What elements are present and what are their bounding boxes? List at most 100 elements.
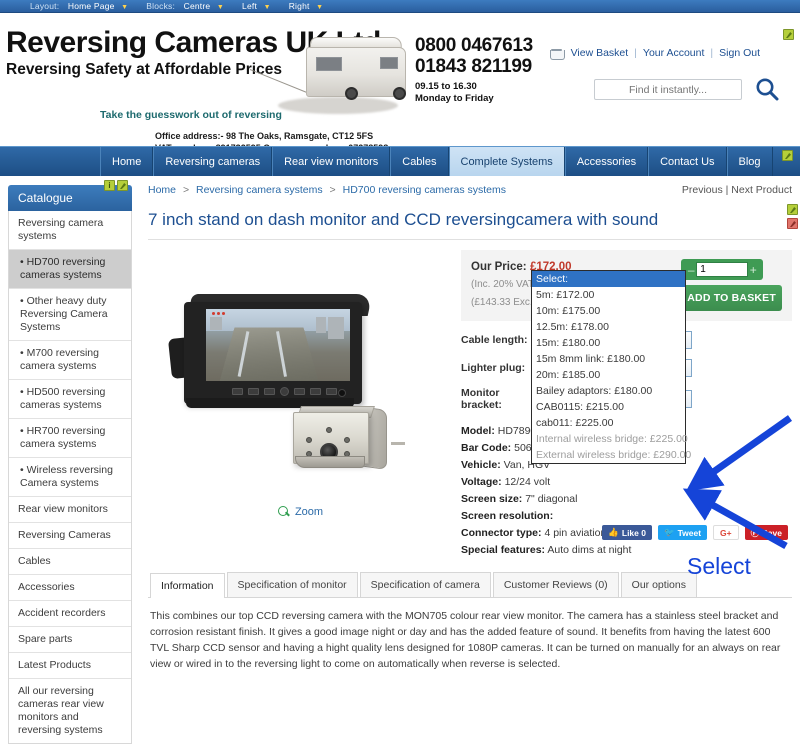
edit-icon[interactable] — [787, 204, 798, 215]
product-photo[interactable] — [152, 250, 452, 500]
dropdown-option-12-5m[interactable]: 12.5m: £178.00 — [532, 319, 685, 335]
breadcrumb-separator: > — [329, 184, 336, 196]
tab-specification-of-monitor[interactable]: Specification of monitor — [226, 572, 358, 597]
dropdown-option-bailey-adaptors[interactable]: Bailey adaptors: £180.00 — [532, 383, 685, 399]
nav-item-accessories[interactable]: Accessories — [564, 147, 649, 176]
edit-icon[interactable] — [117, 180, 128, 191]
admin-blocks-left-value[interactable]: Left — [242, 1, 257, 11]
nav-item-cables[interactable]: Cables — [390, 147, 449, 176]
admin-blocks-centre[interactable]: Centre — [184, 1, 211, 11]
nav-item-contact-us[interactable]: Contact Us — [648, 147, 727, 176]
tab-customer-reviews[interactable]: Customer Reviews (0) — [492, 572, 619, 597]
nav-item-complete-systems[interactable]: Complete Systems — [448, 147, 565, 176]
office-address: Office address:- 98 The Oaks, Ramsgate, … — [155, 131, 374, 141]
nav-item-home[interactable]: Home — [100, 147, 154, 176]
sidebar-item-hr700[interactable]: • HR700 reversing camera systems — [9, 419, 131, 458]
sidebar-item-latest-products[interactable]: Latest Products — [9, 653, 131, 679]
sidebar-item-hd700[interactable]: • HD700 reversing cameras systems — [9, 250, 131, 289]
quantity-input[interactable] — [696, 262, 749, 277]
admin-blocks-left[interactable]: Left ▼ — [242, 1, 271, 11]
price-label: Our Price: — [471, 261, 527, 273]
quantity-stepper[interactable]: – + — [681, 259, 764, 280]
chevron-down-icon: ▼ — [316, 4, 324, 11]
sidebar-item-hd500[interactable]: • HD500 reversing cameras systems — [9, 380, 131, 419]
sidebar-item-spare-parts[interactable]: Spare parts — [9, 627, 131, 653]
search-icon — [756, 78, 779, 101]
catalogue-header: Catalogue i — [8, 180, 132, 211]
site-header: Reversing Cameras UK Ltd Reversing Safet… — [0, 13, 800, 153]
sidebar-item-reversing-camera-systems[interactable]: Reversing camera systems — [9, 211, 131, 250]
cable-length-dropdown-list[interactable]: Select: 5m: £172.00 10m: £175.00 12.5m: … — [531, 270, 691, 464]
google-plus-button[interactable]: G+ — [713, 525, 739, 540]
sidebar-item-other-heavy-duty[interactable]: • Other heavy duty Reversing Camera Syst… — [9, 289, 131, 341]
header-edit-badge[interactable] — [783, 29, 794, 43]
zoom-link[interactable]: Zoom — [148, 506, 453, 518]
view-basket-link[interactable]: View Basket — [571, 47, 629, 59]
admin-layout-group[interactable]: Layout: Home Page ▼ — [30, 1, 128, 11]
tagline: Take the guesswork out of reversing — [100, 109, 282, 121]
product-edit-badges[interactable] — [787, 204, 798, 229]
dropdown-option-10m[interactable]: 10m: £175.00 — [532, 303, 685, 319]
tab-our-options[interactable]: Our options — [620, 572, 697, 597]
info-icon[interactable]: i — [104, 180, 115, 191]
dropdown-option-internal-wireless-bridge[interactable]: Internal wireless bridge: £225.00 — [532, 431, 688, 447]
sidebar-item-rear-view-monitors[interactable]: Rear view monitors — [9, 497, 131, 523]
admin-blocks-right[interactable]: Right ▼ — [289, 1, 324, 11]
quantity-decrement-button[interactable]: – — [686, 263, 696, 277]
sidebar-item-accident-recorders[interactable]: Accident recorders — [9, 601, 131, 627]
breadcrumb-category[interactable]: Reversing camera systems — [196, 184, 323, 196]
monitor-bracket-label: Monitor bracket: — [461, 387, 502, 411]
nav-item-rear-view-monitors[interactable]: Rear view monitors — [272, 147, 391, 176]
admin-blocks-right-value[interactable]: Right — [289, 1, 310, 11]
nav-item-reversing-cameras[interactable]: Reversing cameras — [153, 147, 273, 176]
spec-key: Connector type: — [461, 527, 542, 539]
product-info-column: Our Price: £172.00 (Inc. 20% VAT) (£143.… — [453, 250, 792, 559]
search-input-wrapper[interactable] — [594, 79, 742, 100]
search-button[interactable] — [754, 76, 780, 102]
sidebar-item-wireless[interactable]: • Wireless reversing Camera systems — [9, 458, 131, 497]
spec-key: Screen resolution: — [461, 510, 554, 522]
breadcrumb: Home > Reversing camera systems > HD700 … — [148, 184, 792, 199]
edit-icon[interactable] — [782, 150, 793, 161]
monitor-body — [184, 302, 362, 404]
your-account-link[interactable]: Your Account — [643, 47, 705, 59]
camera-cable — [391, 442, 405, 445]
pinterest-save-button[interactable]: Ⓟ Save — [744, 525, 788, 540]
link-divider: | — [634, 47, 637, 59]
tab-information[interactable]: Information — [150, 573, 225, 598]
sidebar-item-accessories[interactable]: Accessories — [9, 575, 131, 601]
dropdown-option-20m[interactable]: 20m: £185.00 — [532, 367, 685, 383]
admin-blocks-group[interactable]: Blocks: Centre ▼ — [146, 1, 224, 11]
facebook-like-button[interactable]: 👍 Like 0 — [602, 525, 652, 540]
sidebar-item-reversing-cameras[interactable]: Reversing Cameras — [9, 523, 131, 549]
sidebar-item-all-products[interactable]: All our reversing cameras rear view moni… — [9, 679, 131, 743]
sidebar-item-cables[interactable]: Cables — [9, 549, 131, 575]
tab-specification-of-camera[interactable]: Specification of camera — [359, 572, 491, 597]
catalogue-badges[interactable]: i — [104, 180, 128, 191]
nav-item-blog[interactable]: Blog — [726, 147, 773, 176]
search-input[interactable] — [595, 80, 741, 99]
admin-layout-value[interactable]: Home Page — [68, 1, 115, 11]
breadcrumb-home[interactable]: Home — [148, 184, 176, 196]
previous-product-link[interactable]: Previous — [682, 184, 723, 196]
dropdown-option-15m-8mm-link[interactable]: 15m 8mm link: £180.00 — [532, 351, 685, 367]
main-content: Home > Reversing camera systems > HD700 … — [138, 176, 800, 744]
monitor-screen — [206, 309, 350, 381]
next-product-link[interactable]: Next Product — [731, 184, 792, 196]
dropdown-option-select[interactable]: Select: — [532, 271, 685, 287]
twitter-tweet-button[interactable]: 🐦 Tweet — [657, 525, 708, 540]
delete-icon[interactable] — [787, 218, 798, 229]
edit-icon[interactable] — [783, 29, 794, 40]
nav-edit-badge[interactable] — [782, 150, 793, 164]
dropdown-option-cab011[interactable]: cab011: £225.00 — [532, 415, 685, 431]
add-to-basket-button[interactable]: ADD TO BASKET — [681, 285, 782, 311]
dropdown-option-external-wireless-bridge[interactable]: External wireless bridge: £290.00 — [532, 447, 691, 463]
dropdown-option-15m[interactable]: 15m: £180.00 — [532, 335, 685, 351]
sign-out-link[interactable]: Sign Out — [719, 47, 760, 59]
breadcrumb-subcategory[interactable]: HD700 reversing cameras systems — [343, 184, 506, 196]
facebook-like-label: Like 0 — [621, 527, 646, 538]
dropdown-option-5m[interactable]: 5m: £172.00 — [532, 287, 685, 303]
dropdown-option-cab0115[interactable]: CAB0115: £215.00 — [532, 399, 685, 415]
quantity-increment-button[interactable]: + — [748, 263, 758, 277]
sidebar-item-m700[interactable]: • M700 reversing camera systems — [9, 341, 131, 380]
